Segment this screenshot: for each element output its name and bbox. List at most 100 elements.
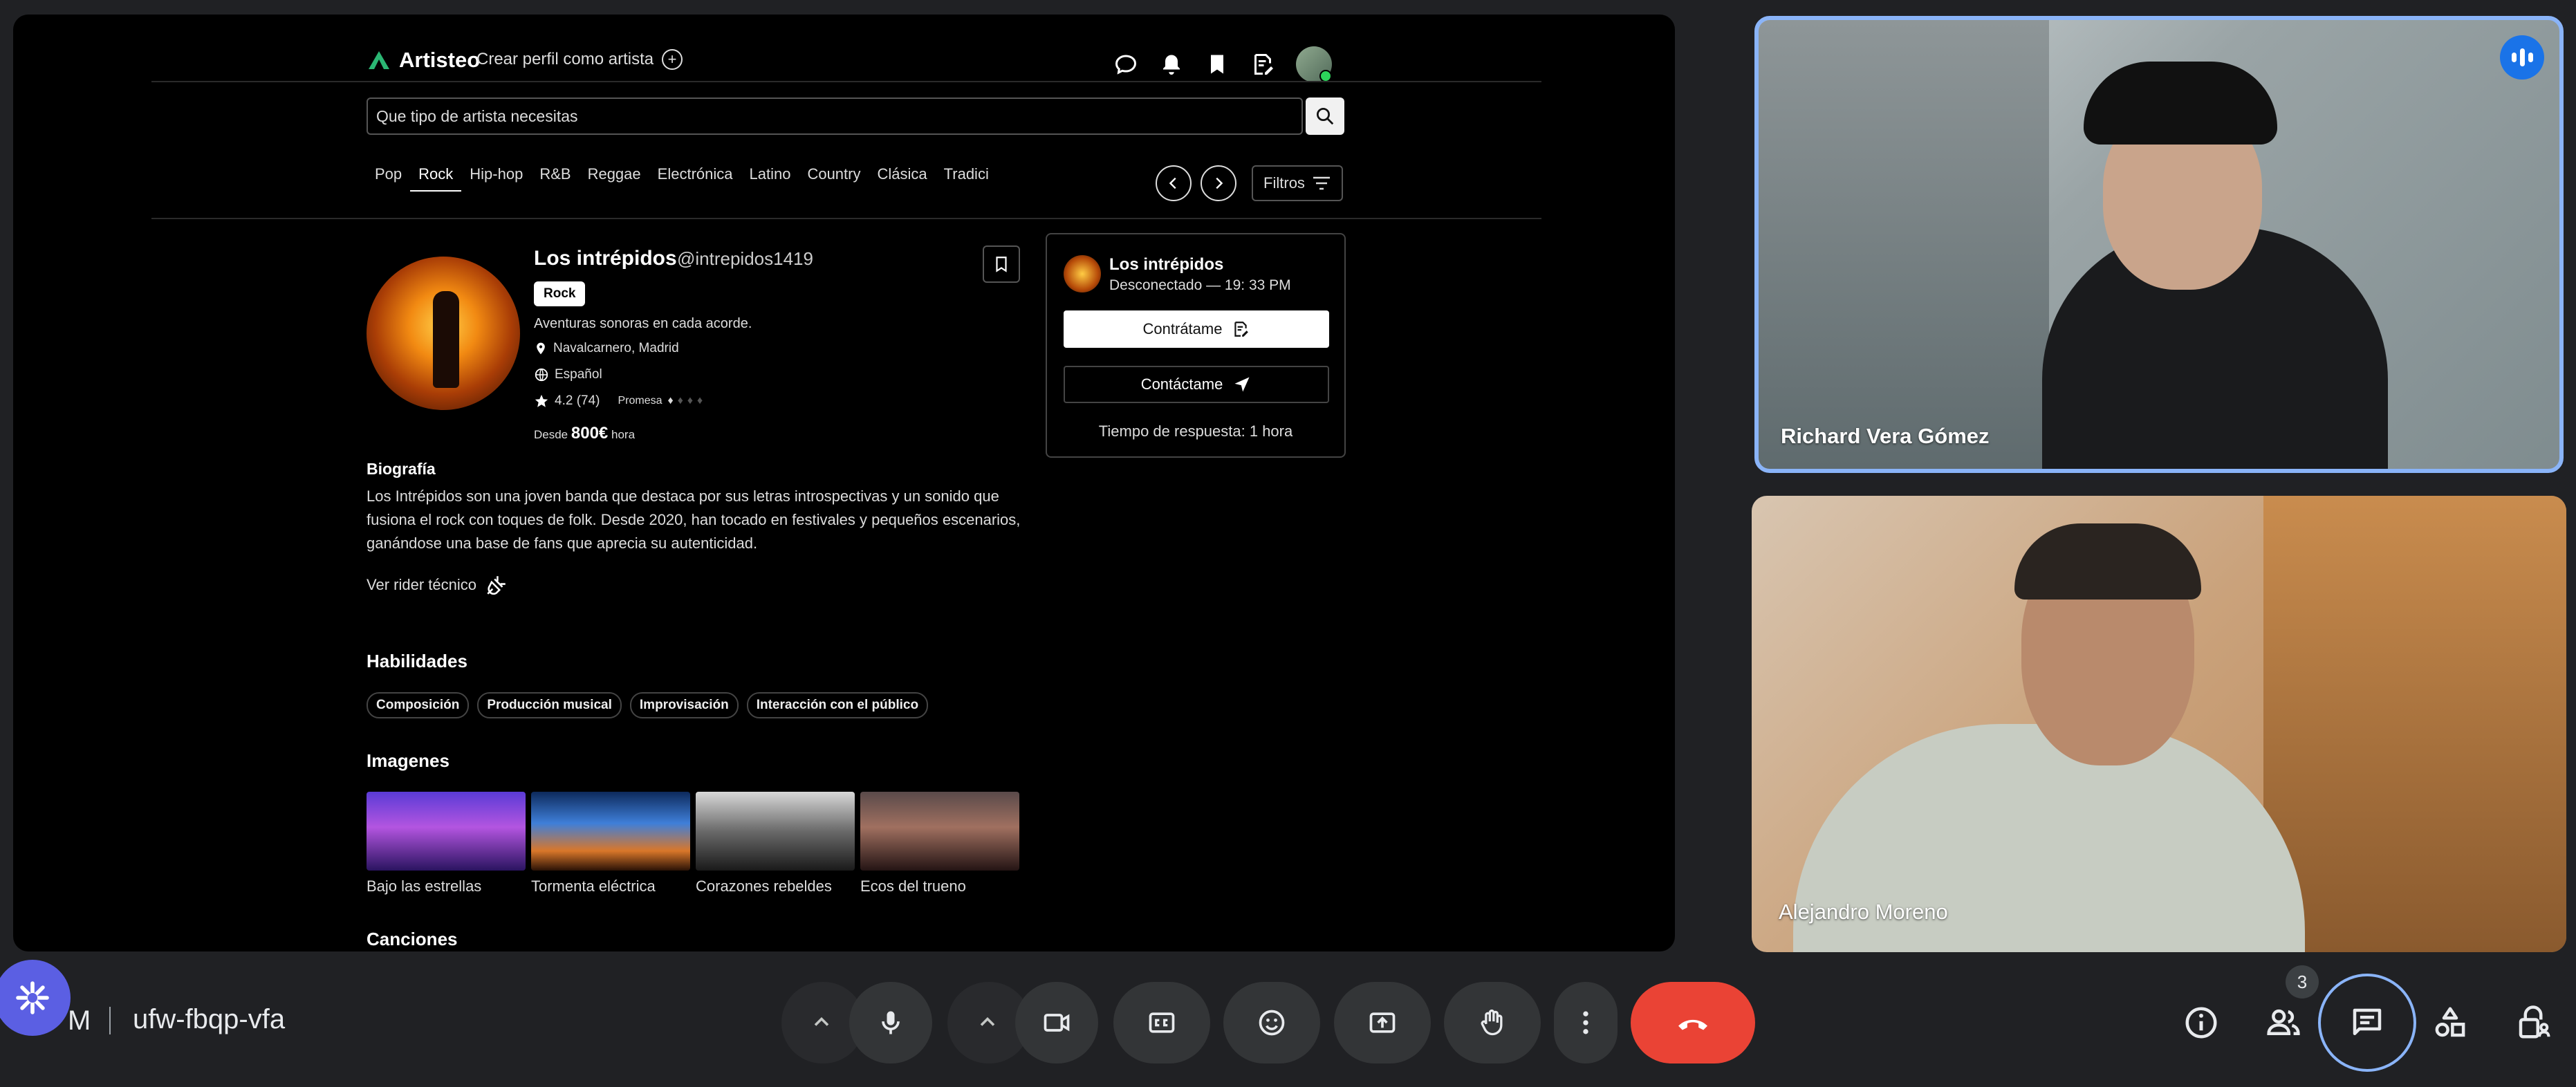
filters-label: Filtros xyxy=(1263,174,1305,192)
header-divider xyxy=(151,81,1541,82)
video-camera-icon xyxy=(1044,1014,1070,1032)
present-screen-button[interactable] xyxy=(1334,982,1431,1063)
send-arrow-icon xyxy=(1234,377,1250,392)
captions-button[interactable] xyxy=(1113,982,1210,1063)
price-from-label: Desde xyxy=(534,428,568,441)
chevron-right-icon xyxy=(1216,177,1223,189)
companion-app-button[interactable] xyxy=(0,960,71,1036)
level-label: Promesa xyxy=(618,395,662,407)
skill-chip: Producción musical xyxy=(477,692,622,718)
tab-tradicional[interactable]: Tradici xyxy=(936,165,997,192)
search-button[interactable] xyxy=(1306,97,1344,135)
location-pin-icon xyxy=(537,342,545,355)
tab-rnb[interactable]: R&B xyxy=(531,165,579,192)
chevron-up-icon xyxy=(980,1016,995,1026)
artist-handle: @intrepidos1419 xyxy=(677,248,813,269)
filters-button[interactable]: Filtros xyxy=(1252,165,1343,201)
tab-rock[interactable]: Rock xyxy=(410,165,462,192)
more-vert-icon xyxy=(1583,1011,1588,1034)
save-artist-button[interactable] xyxy=(983,245,1020,283)
brand-logo[interactable]: Artisteo xyxy=(367,48,480,73)
tab-pop[interactable]: Pop xyxy=(367,165,410,192)
camera-button[interactable] xyxy=(1015,982,1098,1063)
participant-tile-active[interactable]: Richard Vera Gómez xyxy=(1754,16,2564,473)
gallery-image[interactable] xyxy=(860,792,1019,871)
tab-latino[interactable]: Latino xyxy=(741,165,799,192)
skill-chip: Improvisación xyxy=(629,692,739,718)
meeting-info-button[interactable] xyxy=(2160,982,2242,1063)
end-call-icon xyxy=(1678,1019,1707,1030)
separator xyxy=(109,1007,111,1034)
contract-edit-icon[interactable] xyxy=(1250,52,1275,77)
brand-name: Artisteo xyxy=(399,48,481,72)
bell-icon[interactable] xyxy=(1159,52,1184,77)
top-nav-icons xyxy=(1113,46,1332,82)
microphone-button[interactable] xyxy=(849,982,932,1063)
category-tabs: Pop Rock Hip-hop R&B Reggae Electrónica … xyxy=(367,165,997,192)
host-controls-button[interactable] xyxy=(2492,982,2574,1063)
people-icon xyxy=(2267,1009,2300,1035)
tab-electronica[interactable]: Electrónica xyxy=(649,165,741,192)
artisteo-website: Artisteo Crear perfil como artista + Que… xyxy=(151,15,1541,951)
participant-name: Richard Vera Gómez xyxy=(1781,424,1990,448)
skill-chip: Composición xyxy=(367,692,470,718)
raised-hand-icon xyxy=(1481,1010,1503,1036)
shapes-icon xyxy=(2435,1007,2465,1037)
images-heading: Imagenes xyxy=(367,750,450,771)
activities-button[interactable] xyxy=(2409,982,2491,1063)
participant-tile[interactable]: Alejandro Moreno xyxy=(1752,496,2566,952)
reactions-button[interactable] xyxy=(1223,982,1320,1063)
skill-chip: Interacción con el público xyxy=(746,692,929,718)
chat-bubble-icon[interactable] xyxy=(1113,52,1138,77)
participant-count-badge: 3 xyxy=(2286,965,2319,998)
leave-call-button[interactable] xyxy=(1631,982,1755,1063)
image-caption: Tormenta eléctrica xyxy=(531,877,656,895)
search-input[interactable]: Que tipo de artista necesitas xyxy=(367,97,1303,135)
bookmark-icon[interactable] xyxy=(1205,52,1230,77)
hire-me-button[interactable]: Contrátame xyxy=(1064,310,1329,348)
location-text: Navalcarnero, Madrid xyxy=(553,341,679,355)
level-diamonds-icon: ♦♦♦♦ xyxy=(667,395,707,407)
star-icon xyxy=(535,394,548,407)
technical-rider-link[interactable]: Ver rider técnico xyxy=(367,573,508,597)
tab-clasica[interactable]: Clásica xyxy=(869,165,936,192)
image-caption: Bajo las estrellas xyxy=(367,877,482,895)
meet-window: Artisteo Crear perfil como artista + Que… xyxy=(0,0,2576,1087)
categories-next-button[interactable] xyxy=(1201,165,1236,201)
hire-me-label: Contrátame xyxy=(1142,320,1223,337)
participant-beanie xyxy=(2084,62,2277,145)
nav-divider xyxy=(151,218,1541,219)
songs-heading: Canciones xyxy=(367,929,458,949)
chat-button[interactable] xyxy=(2318,974,2416,1072)
create-artist-profile-link[interactable]: Crear perfil como artista + xyxy=(476,49,683,70)
image-gallery xyxy=(367,792,1019,871)
chevron-left-icon xyxy=(1169,177,1176,189)
tab-reggae[interactable]: Reggae xyxy=(580,165,649,192)
chevron-up-icon xyxy=(814,1016,829,1026)
tab-country[interactable]: Country xyxy=(799,165,869,192)
speaking-indicator-icon xyxy=(2500,35,2544,80)
user-avatar[interactable] xyxy=(1296,46,1332,82)
image-caption: Corazones rebeldes xyxy=(696,877,832,895)
present-upload-icon xyxy=(1369,1012,1396,1033)
shared-screen-tile: Artisteo Crear perfil como artista + Que… xyxy=(13,15,1675,951)
globe-icon xyxy=(535,368,548,382)
gallery-image[interactable] xyxy=(531,792,690,871)
image-captions: Bajo las estrellas Tormenta eléctrica Co… xyxy=(367,877,1019,895)
more-options-button[interactable] xyxy=(1554,982,1618,1063)
contact-card: Los intrépidos Desconectado — 19: 33 PM … xyxy=(1046,233,1346,458)
artist-language: Español xyxy=(534,367,602,382)
price-value: 800€ xyxy=(571,424,609,443)
contact-me-button[interactable]: Contáctame xyxy=(1064,366,1329,403)
search-placeholder: Que tipo de artista necesitas xyxy=(376,106,578,125)
lock-person-icon xyxy=(2519,1005,2550,1039)
gallery-image[interactable] xyxy=(696,792,855,871)
tab-hip-hop[interactable]: Hip-hop xyxy=(461,165,531,192)
language-text: Español xyxy=(555,367,602,382)
gallery-image[interactable] xyxy=(367,792,526,871)
categories-prev-button[interactable] xyxy=(1156,165,1192,201)
rider-link-label: Ver rider técnico xyxy=(367,576,476,593)
raise-hand-button[interactable] xyxy=(1444,982,1541,1063)
price-row: Desde 800€ hora xyxy=(534,424,635,443)
biography-text: Los Intrépidos son una joven banda que d… xyxy=(367,487,1021,552)
